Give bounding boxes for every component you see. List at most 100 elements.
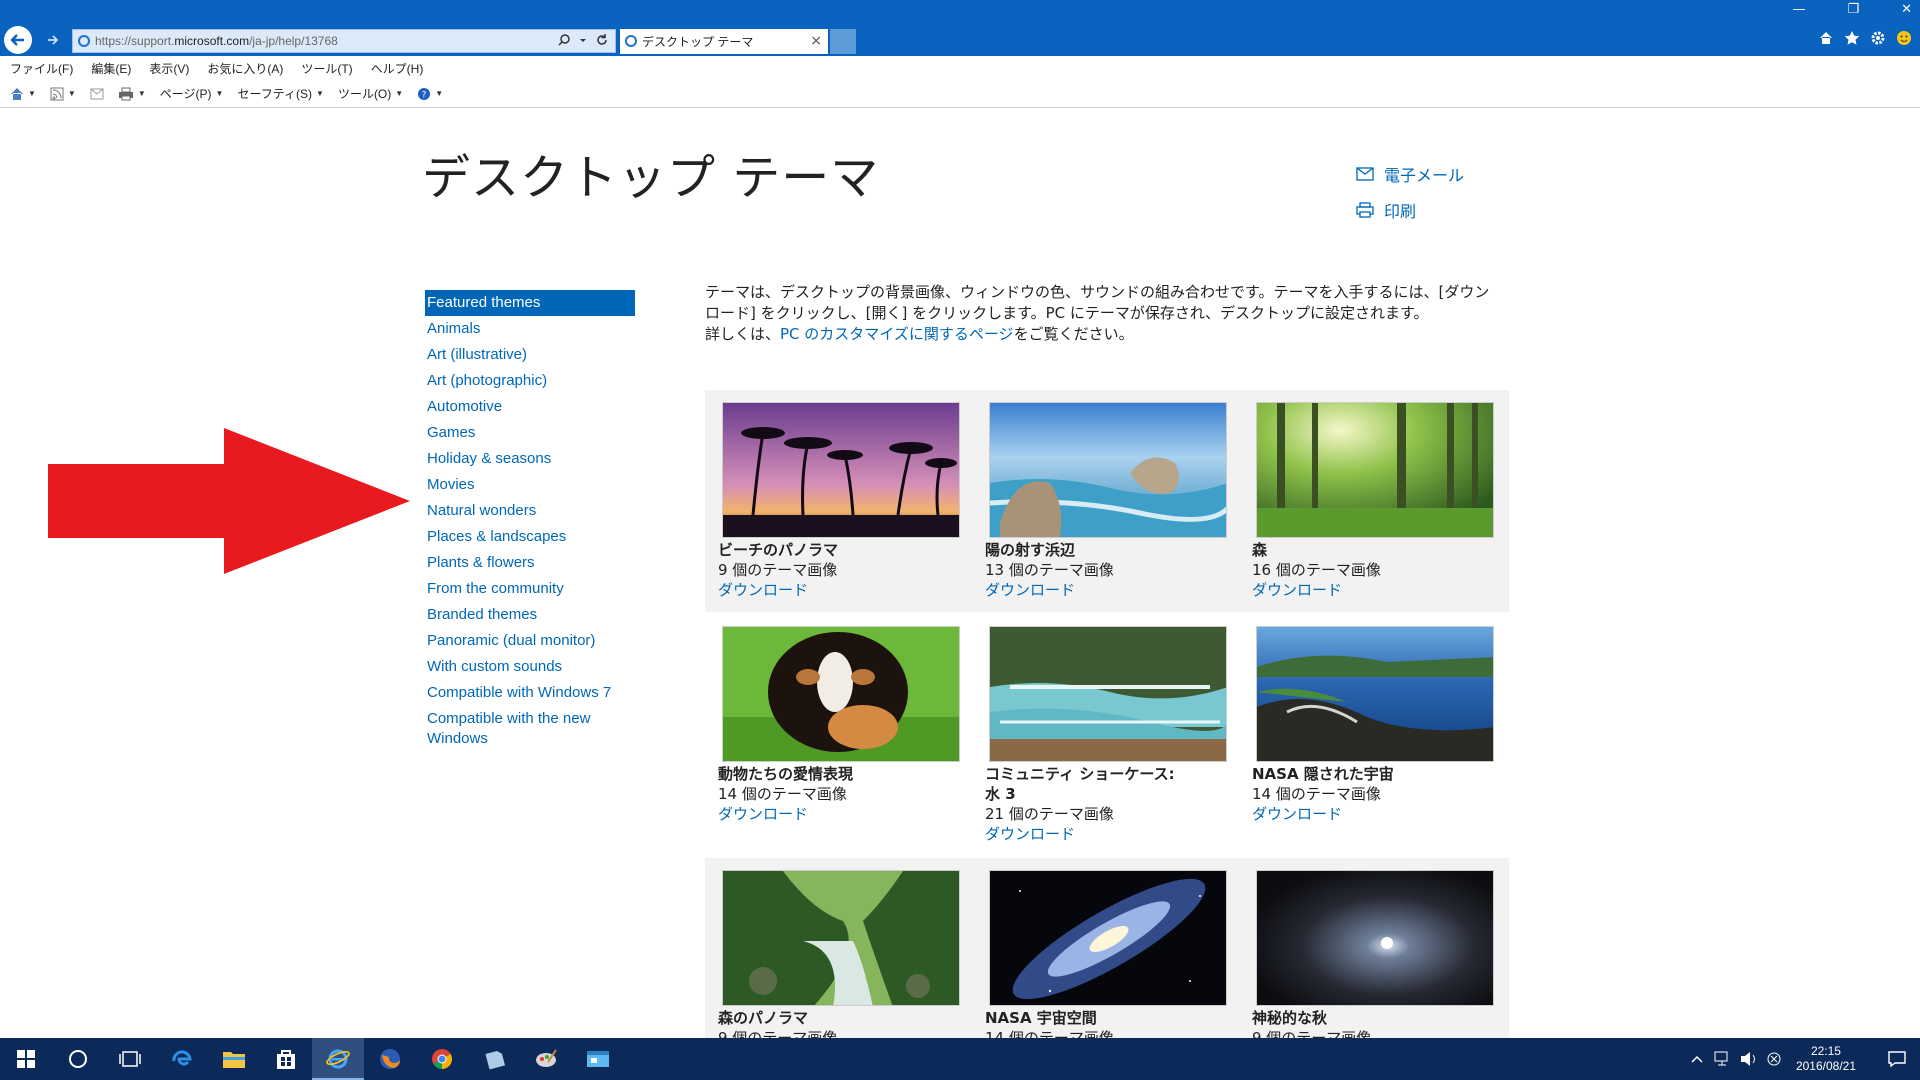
gear-icon[interactable] xyxy=(1870,30,1886,46)
forward-button[interactable] xyxy=(40,27,66,53)
theme-count: 9 個のテーマ画像 xyxy=(1252,1029,1372,1038)
download-link[interactable]: ダウンロード xyxy=(985,824,1216,844)
nav-games[interactable]: Games xyxy=(425,420,635,446)
theme-row: ビーチのパノラマ 9 個のテーマ画像 ダウンロード 陽の射す浜辺 13 個のテー… xyxy=(705,390,1509,612)
clock[interactable]: 22:15 2016/08/21 xyxy=(1796,1044,1856,1074)
network-icon[interactable] xyxy=(1714,1051,1732,1067)
nav-windows-7[interactable]: Compatible with Windows 7 xyxy=(425,680,635,706)
taskbar-edge[interactable] xyxy=(156,1038,208,1080)
theme-thumbnail-community-water[interactable] xyxy=(989,626,1227,762)
cmd-help[interactable]: ? ▼ xyxy=(417,87,443,101)
download-link[interactable]: ダウンロード xyxy=(985,580,1216,600)
menu-favorites[interactable]: お気に入り(A) xyxy=(207,60,283,77)
theme-thumbnail-animal-affection[interactable] xyxy=(722,626,960,762)
nav-animals[interactable]: Animals xyxy=(425,316,635,342)
menu-file[interactable]: ファイル(F) xyxy=(10,60,73,77)
address-bar[interactable]: https://support.microsoft.com/ja-jp/help… xyxy=(72,29,616,53)
clock-time: 22:15 xyxy=(1810,1044,1841,1058)
download-link[interactable]: ダウンロード xyxy=(1252,804,1483,824)
home-icon[interactable] xyxy=(1818,30,1834,46)
address-url[interactable]: https://support.microsoft.com/ja-jp/help… xyxy=(95,34,338,48)
back-button[interactable] xyxy=(4,26,32,54)
theme-thumbnail-forest[interactable] xyxy=(1256,402,1494,538)
action-center-button[interactable] xyxy=(1874,1038,1920,1080)
cmd-page[interactable]: ページ(P) ▼ xyxy=(160,85,224,102)
nav-featured-themes[interactable]: Featured themes xyxy=(425,290,635,316)
nav-from-community[interactable]: From the community xyxy=(425,576,635,602)
red-arrow-annotation xyxy=(48,428,410,574)
restore-button[interactable]: ❐ xyxy=(1847,2,1859,17)
cmd-feeds[interactable]: ▼ xyxy=(50,87,76,101)
nav-automotive[interactable]: Automotive xyxy=(425,394,635,420)
tab-close-icon[interactable]: × xyxy=(810,33,822,49)
cmd-print[interactable]: ▼ xyxy=(118,87,146,101)
nav-places-landscapes[interactable]: Places & landscapes xyxy=(425,524,635,550)
refresh-icon[interactable] xyxy=(595,33,609,47)
cmd-tools[interactable]: ツール(O) ▼ xyxy=(338,85,403,102)
taskbar-app-blue[interactable] xyxy=(468,1038,520,1080)
download-link[interactable]: ダウンロード xyxy=(1252,580,1483,600)
customize-pc-link[interactable]: PC のカスタマイズに関するページ xyxy=(780,325,1014,343)
nav-movies[interactable]: Movies xyxy=(425,472,635,498)
theme-thumbnail-beach-panorama[interactable] xyxy=(722,402,960,538)
nav-branded-themes[interactable]: Branded themes xyxy=(425,602,635,628)
print-link[interactable]: 印刷 xyxy=(1356,198,1464,222)
theme-title: 神秘的な秋 xyxy=(1252,1009,1328,1027)
tab-label: デスクトップ テーマ xyxy=(642,35,754,49)
smiley-feedback-icon[interactable] xyxy=(1896,30,1912,46)
network-disconnected-icon[interactable] xyxy=(1766,1051,1782,1067)
nav-new-windows[interactable]: Compatible with the new Windows xyxy=(425,706,635,752)
app-window-icon xyxy=(587,1051,609,1067)
menu-edit[interactable]: 編集(E) xyxy=(91,60,131,77)
taskbar-store[interactable] xyxy=(260,1038,312,1080)
theme-thumbnail-nasa-space[interactable] xyxy=(989,870,1227,1006)
menu-tools[interactable]: ツール(T) xyxy=(301,60,352,77)
theme-count: 9 個のテーマ画像 xyxy=(718,561,838,579)
nav-holiday-seasons[interactable]: Holiday & seasons xyxy=(425,446,635,472)
theme-card: ビーチのパノラマ 9 個のテーマ画像 ダウンロード xyxy=(705,402,960,600)
menu-view[interactable]: 表示(V) xyxy=(149,60,189,77)
download-link[interactable]: ダウンロード xyxy=(718,804,949,824)
nav-custom-sounds[interactable]: With custom sounds xyxy=(425,654,635,680)
new-tab-button[interactable] xyxy=(830,29,856,54)
volume-icon[interactable] xyxy=(1740,1051,1758,1067)
theme-thumbnail-mysterious-autumn[interactable] xyxy=(1256,870,1494,1006)
theme-card: 神秘的な秋 9 個のテーマ画像 xyxy=(1239,870,1494,1038)
cmd-home[interactable]: ▼ xyxy=(10,87,36,101)
favorites-star-icon[interactable] xyxy=(1844,30,1860,46)
chevron-up-icon[interactable] xyxy=(1690,1054,1704,1064)
paint-icon xyxy=(536,1049,557,1067)
cmd-safety[interactable]: セーフティ(S) ▼ xyxy=(237,85,323,102)
task-view-button[interactable] xyxy=(104,1038,156,1080)
taskbar-paint[interactable] xyxy=(520,1038,572,1080)
back-arrow-icon xyxy=(10,34,24,46)
nav-art-illustrative[interactable]: Art (illustrative) xyxy=(425,342,635,368)
share-actions: 電子メール 印刷 xyxy=(1356,162,1464,234)
theme-thumbnail-sunny-beach[interactable] xyxy=(989,402,1227,538)
download-link[interactable]: ダウンロード xyxy=(718,580,949,600)
nav-natural-wonders[interactable]: Natural wonders xyxy=(425,498,635,524)
folder-icon xyxy=(223,1052,245,1068)
theme-title: 動物たちの愛情表現 xyxy=(718,765,854,783)
close-window-button[interactable]: ✕ xyxy=(1901,2,1912,17)
taskbar-chrome[interactable] xyxy=(416,1038,468,1080)
taskbar-file-explorer[interactable] xyxy=(208,1038,260,1080)
start-button[interactable] xyxy=(0,1038,52,1080)
taskbar-window-app[interactable] xyxy=(572,1038,624,1080)
cortana-button[interactable] xyxy=(52,1038,104,1080)
dropdown-icon[interactable] xyxy=(579,33,587,47)
taskbar-internet-explorer[interactable] xyxy=(312,1038,364,1080)
menu-help[interactable]: ヘルプ(H) xyxy=(371,60,424,77)
nav-panoramic[interactable]: Panoramic (dual monitor) xyxy=(425,628,635,654)
tab-desktop-themes[interactable]: デスクトップ テーマ × xyxy=(620,29,828,54)
theme-thumbnail-nasa-hidden-universe[interactable] xyxy=(1256,626,1494,762)
nav-plants-flowers[interactable]: Plants & flowers xyxy=(425,550,635,576)
minimize-button[interactable]: — xyxy=(1792,2,1805,17)
theme-title: コミュニティ ショーケース: 水 3 xyxy=(985,765,1175,803)
email-link[interactable]: 電子メール xyxy=(1356,162,1464,186)
nav-art-photographic[interactable]: Art (photographic) xyxy=(425,368,635,394)
theme-thumbnail-forest-panorama[interactable] xyxy=(722,870,960,1006)
cmd-mail[interactable] xyxy=(90,88,104,100)
taskbar-firefox[interactable] xyxy=(364,1038,416,1080)
search-icon[interactable] xyxy=(557,33,571,47)
